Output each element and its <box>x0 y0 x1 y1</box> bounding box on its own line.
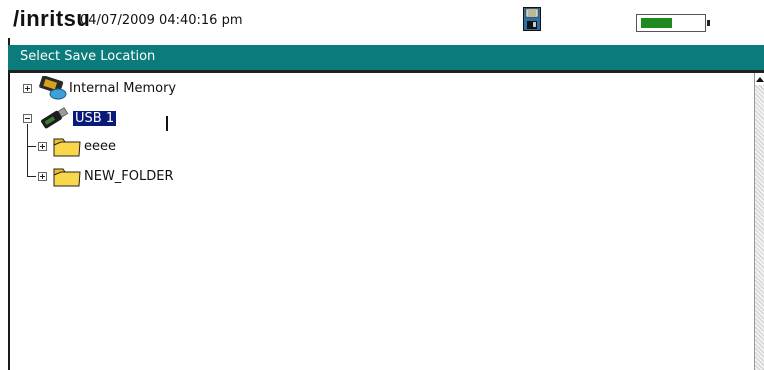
dialog-header: Select Save Location <box>8 45 764 70</box>
battery-level-fill <box>641 18 672 28</box>
expand-toggle[interactable] <box>38 141 47 151</box>
tree-item-usb-1[interactable]: USB 1 <box>23 106 117 130</box>
tree-item-label: Internal Memory <box>69 80 177 96</box>
battery-terminal <box>707 20 710 26</box>
memory-card-icon <box>39 76 67 100</box>
collapse-toggle[interactable] <box>23 113 32 123</box>
scroll-up-arrow-icon[interactable] <box>755 73 764 85</box>
usb-drive-icon <box>41 107 69 129</box>
tree-item-eeee[interactable]: eeee <box>38 134 116 158</box>
vertical-scrollbar[interactable] <box>754 73 764 370</box>
tree-item-internal-memory[interactable]: Internal Memory <box>23 76 176 100</box>
tree-item-label: eeee <box>84 138 116 154</box>
tree-branch-line <box>27 124 28 177</box>
battery-indicator <box>636 14 706 32</box>
floppy-disk-icon <box>523 7 541 31</box>
status-bar: /inritsu 04/07/2009 04:40:16 pm <box>0 0 764 38</box>
tree-branch-line <box>27 146 36 147</box>
folder-icon <box>53 168 81 187</box>
expand-toggle[interactable] <box>23 83 32 93</box>
expand-toggle[interactable] <box>38 171 47 181</box>
tree-item-label: USB 1 <box>73 110 117 126</box>
location-tree <box>10 73 754 370</box>
folder-icon <box>53 138 81 157</box>
tree-item-label: NEW_FOLDER <box>84 168 174 184</box>
tree-item-new-folder[interactable]: NEW_FOLDER <box>38 164 174 188</box>
anritsu-logo: /inritsu <box>13 6 91 31</box>
dialog-title: Select Save Location <box>20 49 156 64</box>
tree-branch-line <box>27 176 36 177</box>
text-cursor <box>166 116 168 131</box>
datetime-display: 04/07/2009 04:40:16 pm <box>80 13 243 28</box>
